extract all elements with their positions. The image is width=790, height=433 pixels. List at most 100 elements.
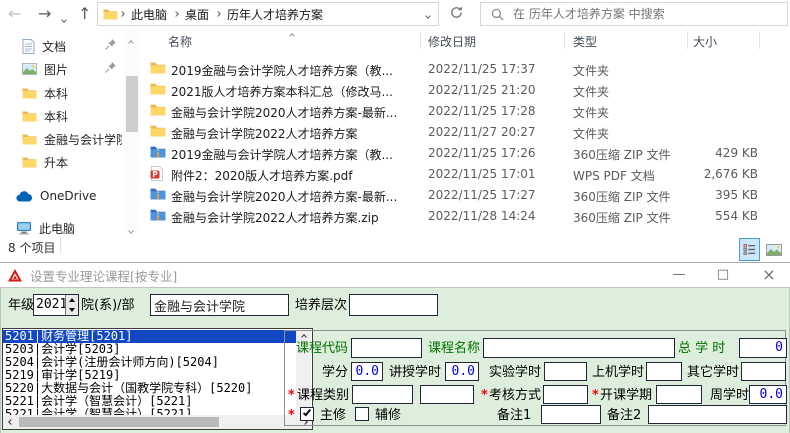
address-bar[interactable]: 此电脑 桌面 历年人才培养方案 <box>97 2 439 26</box>
table-row[interactable]: P 附件2：2020版人才培养方案.pdf 2022/11/25 17:01 W… <box>145 164 790 185</box>
minor-checkbox[interactable] <box>355 407 369 421</box>
close-button[interactable]: × <box>752 264 786 286</box>
sidebar-item-benke-1[interactable]: 本科 <box>22 83 122 103</box>
screen: ← → ↑ 此电脑 桌面 历年人才培养方案 文档 <box>0 0 790 433</box>
back-icon[interactable]: ← <box>8 3 21 25</box>
column-header-date[interactable]: 修改日期 <box>428 33 476 50</box>
address-dropdown-icon[interactable] <box>426 7 430 21</box>
majors-listbox[interactable]: 5201|财务管理[5201] 5203|会计学[5203] 5204|会计学(… <box>2 328 313 430</box>
view-details-button[interactable] <box>739 238 760 261</box>
app-logo-icon <box>8 269 22 282</box>
computer-hours-label: 上机学时 <box>592 365 644 380</box>
list-item-clipped[interactable]: 5221|会计学（智慧会计）[5221] <box>3 408 296 415</box>
weekly-hours-label: 周学时 <box>710 388 749 403</box>
sidebar-item-onedrive[interactable]: OneDrive <box>16 186 116 206</box>
sidebar-item-shengben[interactable]: 升本 <box>22 152 122 172</box>
thumbnail-view-icon <box>766 244 782 256</box>
refresh-icon[interactable] <box>449 5 464 20</box>
course-category-field-2[interactable] <box>420 385 474 404</box>
spinner-up-icon[interactable] <box>65 295 78 305</box>
minor-checkbox-label: 辅修 <box>375 408 401 423</box>
table-row[interactable]: 2021版人才培养方案本科汇总（修改马... 2022/11/25 21:20 … <box>145 80 790 101</box>
folder-icon <box>103 8 118 21</box>
credit-field[interactable]: 0.0 <box>351 362 383 381</box>
term-label: 开课学期 <box>600 388 652 403</box>
file-type: 360压缩 ZIP 文件 <box>573 188 671 205</box>
forward-icon[interactable]: → <box>38 3 51 25</box>
sort-ascending-icon <box>290 27 294 41</box>
breadcrumb-desktop[interactable]: 桌面 <box>180 6 214 23</box>
department-field[interactable]: 金融与会计学院 <box>150 294 289 316</box>
search-box[interactable] <box>480 2 788 26</box>
course-code-field[interactable] <box>351 338 422 358</box>
picture-icon <box>22 63 37 75</box>
breadcrumb-current-folder[interactable]: 历年人才培养方案 <box>222 6 328 23</box>
folder-icon <box>150 124 166 138</box>
weekly-hours-field[interactable]: 0.0 <box>749 385 787 404</box>
sidebar-label: 文档 <box>42 38 66 55</box>
total-hours-field[interactable]: 0 <box>739 338 787 358</box>
breadcrumb-this-pc[interactable]: 此电脑 <box>126 6 172 23</box>
up-icon[interactable]: ↑ <box>78 3 91 25</box>
file-size: 2,676 KB <box>668 167 758 181</box>
column-header-type[interactable]: 类型 <box>573 33 597 50</box>
file-date: 2022/11/25 21:20 <box>428 83 536 97</box>
major-checkbox[interactable] <box>300 407 314 421</box>
sidebar-scrollbar-thumb[interactable] <box>126 76 138 132</box>
column-header-size[interactable]: 大小 <box>693 33 717 50</box>
file-type: 360压缩 ZIP 文件 <box>573 209 671 226</box>
file-name: 金融与会计学院2022人才培养方案.zip <box>171 209 414 226</box>
listbox-hscrollbar[interactable] <box>3 415 312 429</box>
hscrollbar-thumb[interactable] <box>19 417 219 427</box>
table-row[interactable]: 金融与会计学院2020人才培养方案-最新... 2022/11/25 17:28… <box>145 101 790 122</box>
folder-icon <box>22 87 37 100</box>
column-header-name[interactable]: 名称 <box>168 33 192 50</box>
table-row[interactable]: 金融与会计学院2022人才培养方案 2022/11/27 20:27 文件夹 <box>145 122 790 143</box>
table-row[interactable]: 2019金融与会计学院人才培养方案（教... 2022/11/25 17:26 … <box>145 143 790 164</box>
sidebar-label: 本科 <box>44 85 68 102</box>
search-input[interactable] <box>513 7 763 21</box>
other-hours-field[interactable] <box>741 362 786 381</box>
spinner-down-icon[interactable] <box>65 305 78 315</box>
sidebar-label: 本科 <box>44 108 68 125</box>
major-checkbox-label: 主修 <box>320 408 346 423</box>
file-date: 2022/11/25 17:28 <box>428 104 536 118</box>
folder-icon <box>22 110 37 123</box>
note2-field[interactable] <box>648 405 787 424</box>
scroll-left-icon[interactable] <box>3 415 18 428</box>
explorer-window: ← → ↑ 此电脑 桌面 历年人才培养方案 文档 <box>0 0 790 262</box>
view-thumbnails-button[interactable] <box>763 238 785 261</box>
course-name-field[interactable] <box>483 338 675 358</box>
scroll-down-icon[interactable] <box>129 222 133 236</box>
assessment-field[interactable] <box>543 385 588 404</box>
experiment-hours-field[interactable] <box>544 362 587 381</box>
table-row[interactable]: 金融与会计学院2020人才培养方案-最新... 2022/11/25 17:27… <box>145 185 790 206</box>
history-chevron-icon[interactable] <box>62 11 66 25</box>
table-row[interactable]: 2019金融与会计学院人才培养方案（教... 2022/11/25 17:37 … <box>145 59 790 80</box>
minimize-button[interactable]: — <box>662 264 696 286</box>
file-type: 文件夹 <box>573 104 609 121</box>
folder-icon <box>22 133 37 146</box>
grade-spinner[interactable]: 2021 <box>33 294 79 316</box>
department-label: 院(系)/部 <box>81 298 135 313</box>
file-date: 2022/11/25 17:01 <box>428 167 536 181</box>
maximize-button[interactable]: □ <box>706 264 740 286</box>
folder-icon <box>22 156 37 169</box>
lecture-hours-field[interactable]: 0.0 <box>445 362 479 381</box>
sidebar-label: 图片 <box>44 61 68 78</box>
file-type: 文件夹 <box>573 125 609 142</box>
sidebar-label: OneDrive <box>40 189 96 203</box>
course-category-field[interactable] <box>352 385 413 404</box>
file-name: 2019金融与会计学院人才培养方案（教... <box>171 62 414 79</box>
sidebar-item-benke-2[interactable]: 本科 <box>22 106 122 126</box>
note1-field[interactable] <box>541 405 601 424</box>
pdf-file-icon: P <box>150 166 164 181</box>
sidebar-item-this-pc[interactable]: 此电脑 <box>16 218 116 238</box>
term-field[interactable] <box>656 385 702 404</box>
computer-hours-field[interactable] <box>646 362 682 381</box>
sidebar-item-finance-school[interactable]: 金融与会计学院 <box>22 129 122 149</box>
level-field[interactable] <box>349 294 438 316</box>
grade-value: 2021 <box>36 297 67 312</box>
table-row[interactable]: 金融与会计学院2022人才培养方案.zip 2022/11/28 14:24 3… <box>145 206 790 227</box>
scroll-up-icon[interactable] <box>129 34 133 48</box>
